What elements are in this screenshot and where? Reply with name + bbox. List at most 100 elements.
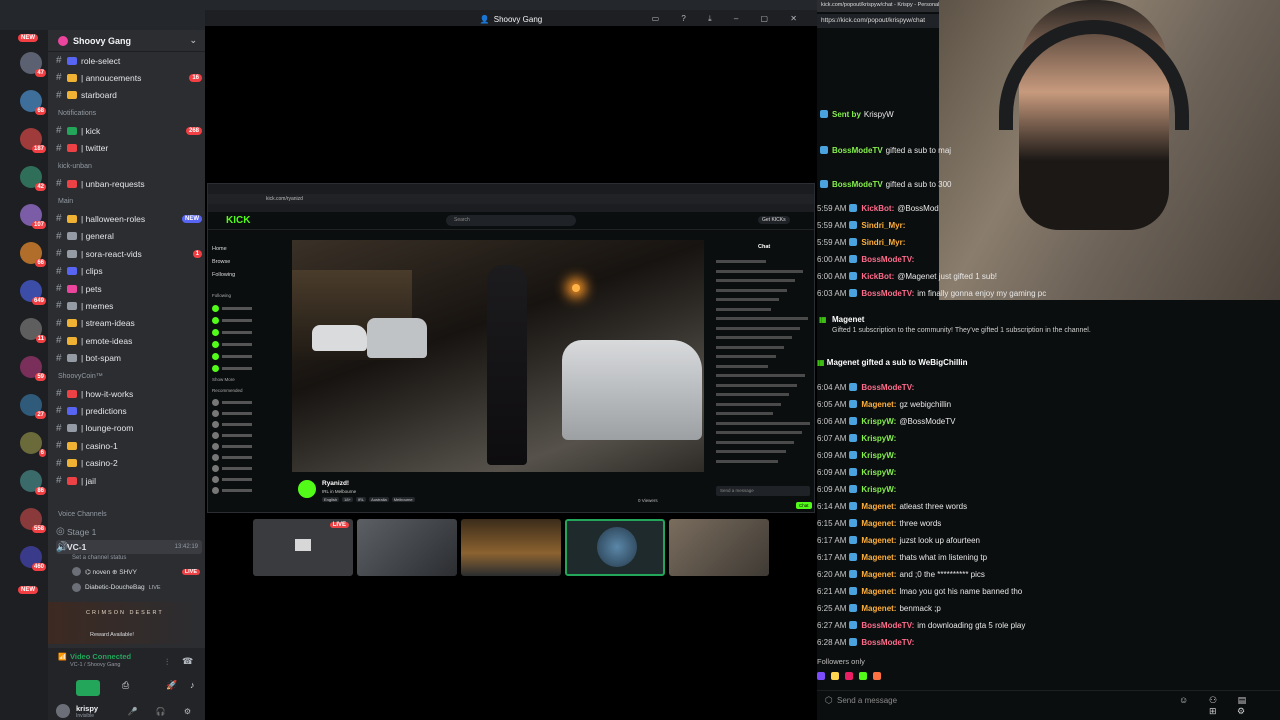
participant-tile[interactable]: LIVE <box>253 519 353 576</box>
emote-icon[interactable] <box>859 672 867 680</box>
show-more-link[interactable]: Show More <box>212 377 235 382</box>
message-user[interactable]: Sindri_Myr: <box>861 238 905 247</box>
server-icon[interactable]: 59 <box>20 356 46 381</box>
browser-address-bar[interactable]: kick.com/ryanizd <box>208 194 814 204</box>
smile-icon[interactable]: ☺ <box>1179 695 1188 705</box>
stage-channel[interactable]: ◎ Stage 1 <box>56 524 202 539</box>
screen-share-icon[interactable]: ⎙ <box>122 680 129 691</box>
stream-tag[interactable]: Melbourne <box>391 497 415 502</box>
following-channel[interactable] <box>212 304 282 312</box>
channel-item[interactable]: # | how-it-works <box>56 386 202 401</box>
camera-button[interactable] <box>76 680 100 696</box>
channel-item[interactable]: # | annoucements 16 <box>56 70 202 85</box>
popout-address[interactable]: https://kick.com/popout/krispyw/chat <box>817 14 939 28</box>
participant-tile[interactable] <box>669 519 769 576</box>
message-user[interactable]: Sent by <box>832 110 861 119</box>
kick-nav-following[interactable]: Following <box>212 272 235 278</box>
server-icon[interactable]: 460 <box>20 546 46 571</box>
activity-icon[interactable]: 🚀 <box>166 680 177 691</box>
server-icon[interactable]: 27 <box>20 394 46 419</box>
stream-tag[interactable]: Australia <box>369 497 389 502</box>
message-user[interactable]: BossModeTV <box>832 146 883 155</box>
vc-user[interactable]: ⌬ noven ⊕ SHVY LIVE <box>72 567 200 576</box>
channel-category[interactable]: Main <box>58 198 73 205</box>
channel-category[interactable]: kick-unban <box>58 163 92 170</box>
emote-menu-icon[interactable]: ⬡ <box>825 695 833 706</box>
category-voice[interactable]: Voice Channels <box>58 511 107 518</box>
message-user[interactable]: Magenet: <box>861 604 896 613</box>
chat-tools[interactable]: ⚇ ▤ ⊞ ⚙ <box>1209 695 1280 717</box>
voice-channel-vc1[interactable]: 🔊 VC-1 13:42:19 <box>56 540 202 554</box>
recommended-channel[interactable] <box>212 453 282 461</box>
recommended-channel[interactable] <box>212 486 282 494</box>
recommended-channel[interactable] <box>212 398 282 406</box>
channel-item[interactable]: # starboard <box>56 88 202 103</box>
emote-icon[interactable] <box>845 672 853 680</box>
emote-icon[interactable] <box>873 672 881 680</box>
kick-nav-browse[interactable]: Browse <box>212 259 230 265</box>
message-user[interactable]: KrispyW: <box>861 485 896 494</box>
promo-banner[interactable]: CRIMSON DESERT Reward Available! <box>48 602 205 644</box>
stream-tag[interactable]: English <box>322 497 340 502</box>
server-icon[interactable]: 107 <box>20 204 46 229</box>
channel-item[interactable]: # | clips <box>56 264 202 279</box>
recommended-channel[interactable] <box>212 431 282 439</box>
server-icon[interactable]: 66 <box>20 242 46 267</box>
vc-status[interactable]: Set a channel status <box>72 555 126 561</box>
following-channel[interactable] <box>212 352 282 360</box>
vc-user[interactable]: Diabetic-DoucheBag LIVE <box>72 583 200 592</box>
message-user[interactable]: BossModeTV: <box>861 255 914 264</box>
server-icon[interactable]: 86 <box>20 470 46 495</box>
message-user[interactable]: KrispyW: <box>861 434 896 443</box>
server-icon[interactable]: 68 <box>20 90 46 115</box>
server-icon[interactable]: 558 <box>20 508 46 533</box>
recommended-channel[interactable] <box>212 420 282 428</box>
stream-video[interactable] <box>292 240 704 472</box>
emote-icon[interactable] <box>817 672 825 680</box>
kick-logo[interactable]: KICK <box>226 215 250 226</box>
message-user[interactable]: Magenet: <box>861 519 896 528</box>
message-user[interactable]: Magenet: <box>861 587 896 596</box>
recommended-channel[interactable] <box>212 409 282 417</box>
channel-item[interactable]: # | general <box>56 229 202 244</box>
soundboard-icon[interactable]: ♪ <box>190 680 195 690</box>
emote-icon[interactable] <box>831 672 839 680</box>
server-icon[interactable]: 6 <box>20 432 46 457</box>
recommended-channel[interactable] <box>212 442 282 450</box>
server-icon[interactable]: 187 <box>20 128 46 153</box>
channel-category[interactable]: Notifications <box>58 110 96 117</box>
recommended-channel[interactable] <box>212 464 282 472</box>
message-user[interactable]: KickBot: <box>861 272 894 281</box>
channel-item[interactable]: # | kick 268 <box>56 123 202 138</box>
channel-item[interactable]: # | casino-2 <box>56 456 202 471</box>
message-user[interactable]: BossModeTV: <box>861 638 914 647</box>
streamer-name[interactable]: Ryanizd! <box>322 480 349 487</box>
channel-item[interactable]: # | pets <box>56 281 202 296</box>
following-channel[interactable] <box>212 328 282 336</box>
kick-chat-input[interactable]: Send a message <box>716 486 810 496</box>
avatar[interactable] <box>298 480 316 498</box>
channel-item[interactable]: # | lounge-room <box>56 421 202 436</box>
server-icon[interactable]: 649 <box>20 280 46 305</box>
message-user[interactable]: BossModeTV: <box>861 621 914 630</box>
recommended-channel[interactable] <box>212 475 282 483</box>
following-channel[interactable] <box>212 364 282 372</box>
message-user[interactable]: BossModeTV: <box>861 383 914 392</box>
message-user[interactable]: Sindri_Myr: <box>861 221 905 230</box>
message-user[interactable]: Magenet: <box>861 536 896 545</box>
message-user[interactable]: KickBot: <box>861 204 894 213</box>
channel-item[interactable]: # | emote-ideas <box>56 333 202 348</box>
popout-chat-input[interactable]: Send a message <box>837 696 897 705</box>
channel-item[interactable]: # | bot-spam <box>56 351 202 366</box>
stream-tag[interactable]: IRL <box>355 497 367 502</box>
channel-item[interactable]: # | unban-requests <box>56 176 202 191</box>
browser-tabs[interactable] <box>208 184 814 194</box>
channel-item[interactable]: # | stream-ideas <box>56 316 202 331</box>
user-controls[interactable]: 🎤 🎧 ⚙ <box>127 707 199 716</box>
channel-category[interactable]: ShoovyCoin™ <box>58 373 103 380</box>
following-channel[interactable] <box>212 316 282 324</box>
server-icon[interactable]: 11 <box>20 318 46 343</box>
window-controls[interactable]: ▭ ? ⤓ – ▢ ✕ <box>652 14 807 24</box>
get-kicks-button[interactable]: Get KICKs <box>758 216 790 224</box>
server-icon[interactable]: 42 <box>20 166 46 191</box>
